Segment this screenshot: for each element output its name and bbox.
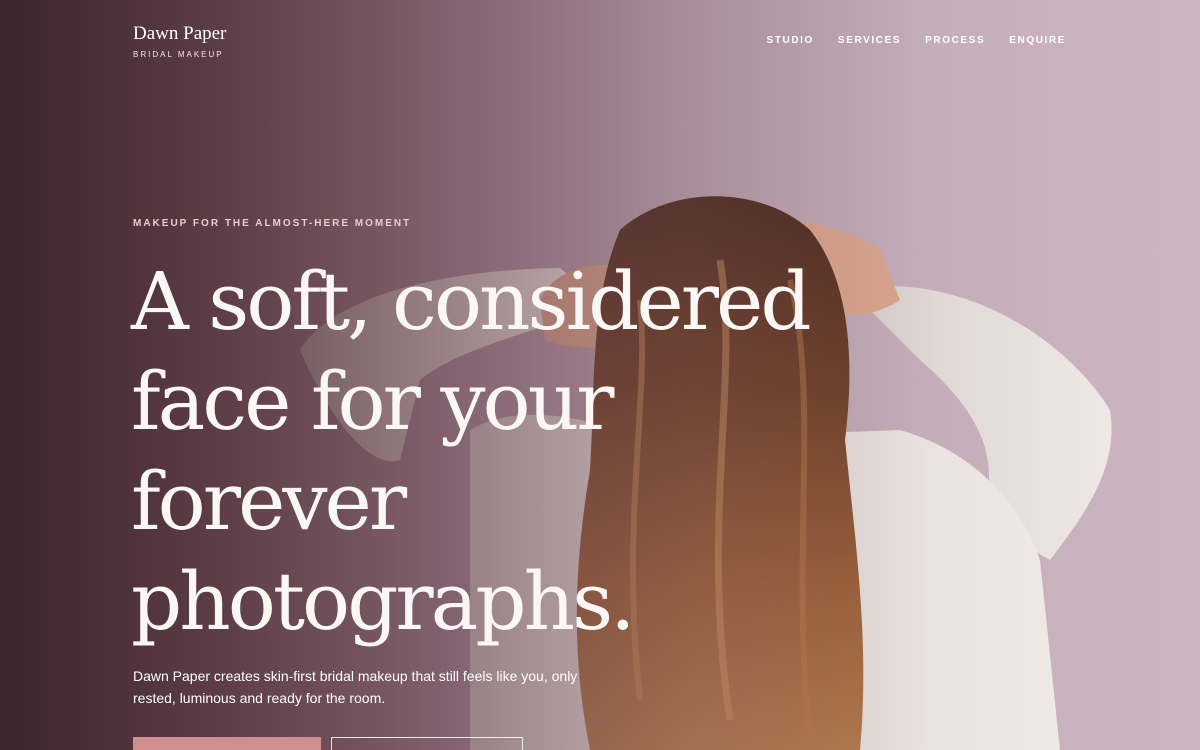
hero-lede: Dawn Paper creates skin-first bridal mak… (133, 668, 578, 706)
nav-item-enquire[interactable]: ENQUIRE (1009, 35, 1066, 46)
nav-item-studio[interactable]: STUDIO (767, 35, 814, 46)
primary-cta-button[interactable] (133, 737, 321, 750)
nav-item-services[interactable]: SERVICES (838, 35, 901, 46)
brand-name[interactable]: Dawn Paper (133, 22, 226, 46)
main-nav: STUDIO SERVICES PROCESS ENQUIRE (767, 35, 1066, 46)
brand-tagline: BRIDAL MAKEUP (133, 50, 224, 59)
hero-section: Dawn Paper BRIDAL MAKEUP STUDIO SERVICES… (0, 0, 1200, 750)
secondary-cta-button[interactable] (331, 737, 523, 750)
brand[interactable]: Dawn Paper BRIDAL MAKEUP (133, 22, 226, 59)
nav-item-process[interactable]: PROCESS (925, 35, 985, 46)
hero-eyebrow: MAKEUP FOR THE ALMOST-HERE MOMENT (133, 218, 412, 229)
hero-headline: A soft, considered face for your forever… (131, 255, 812, 648)
